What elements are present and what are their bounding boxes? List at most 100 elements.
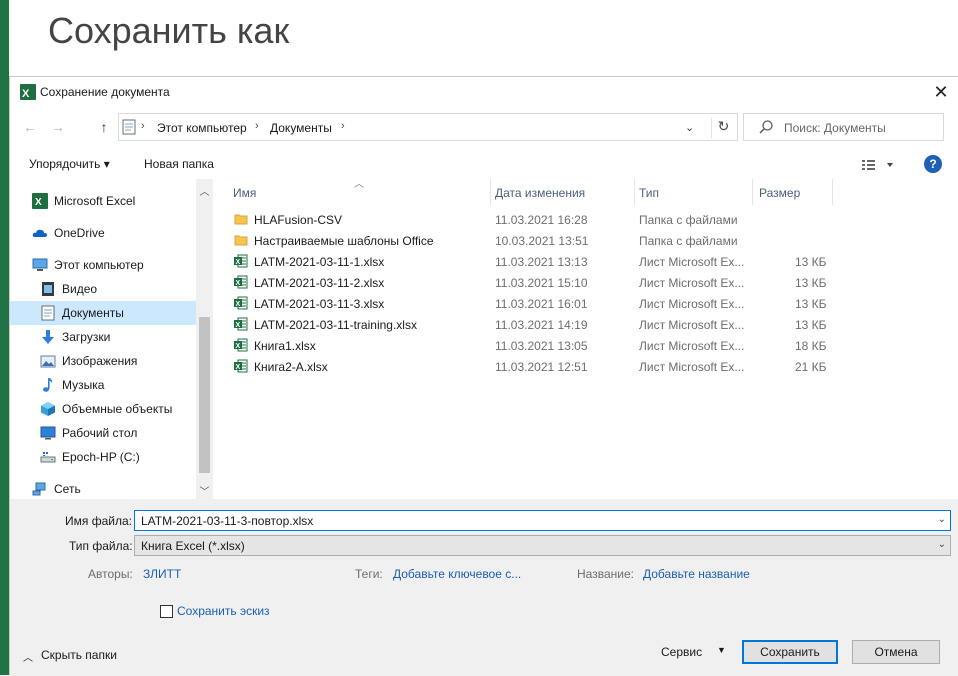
file-row[interactable]: X LATM-2021-03-11-training.xlsx 11.03.2021… [213,315,958,336]
chevron-down-icon[interactable]: ⌄ [938,514,946,525]
column-header-date[interactable]: Дата изменения [491,179,635,205]
excel-file-icon: X [234,338,248,355]
breadcrumb-documents[interactable]: Документы [270,121,332,135]
sidebar-item-this-pc[interactable]: Этот компьютер [32,253,196,277]
save-thumbnail-label[interactable]: Сохранить эскиз [177,604,270,618]
authors-field[interactable]: ЗЛИТТ [143,567,181,581]
excel-icon: X [20,84,36,103]
filename-input[interactable]: LATM-2021-03-11-3-повтор.xlsx ⌄ [134,510,951,531]
file-date: 11.03.2021 15:10 [495,276,588,290]
organize-button[interactable]: Упорядочить ▾ [29,157,110,171]
sidebar-scrollbar[interactable]: ︿ ﹀ [196,179,213,499]
file-date: 10.03.2021 13:51 [495,234,589,248]
pictures-icon [40,353,56,369]
filetype-select[interactable]: Книга Excel (*.xlsx) ⌄ [134,535,951,556]
back-button[interactable]: ← [20,117,40,137]
column-header-type[interactable]: Тип [635,179,753,205]
excel-file-icon: X [234,317,248,334]
column-header-name[interactable]: Имя ︿ [233,179,491,205]
file-list: Имя ︿ Дата изменения Тип Размер HLAFusio… [213,179,958,499]
search-input[interactable]: Поиск: Документы [743,113,944,141]
drive-icon [40,449,56,465]
forward-button[interactable]: → [48,117,68,137]
save-button[interactable]: Сохранить [742,640,838,664]
desktop-icon [40,425,56,441]
view-options-button[interactable] [860,155,900,175]
file-type: Лист Microsoft Ex... [639,255,745,269]
save-options-panel: Имя файла: LATM-2021-03-11-3-повтор.xlsx… [10,499,958,676]
sidebar-item-excel[interactable]: X Microsoft Excel [32,189,196,213]
sidebar-item-label: Музыка [62,378,105,392]
file-row[interactable]: X Книга1.xlsx 11.03.2021 13:05 Лист Microso… [213,336,958,357]
excel-file-icon: X [234,254,248,271]
file-row[interactable]: X Книга2-A.xlsx 11.03.2021 12:51 Лист Micro… [213,357,958,378]
caret-down-icon: ▼ [717,645,726,655]
chevron-down-icon[interactable]: ⌄ [685,121,694,134]
save-thumbnail-checkbox[interactable] [160,605,173,618]
sidebar-item-downloads[interactable]: Загрузки [40,325,196,349]
sidebar-item-pictures[interactable]: Изображения [40,349,196,373]
download-icon [40,329,56,345]
hide-folders-button[interactable]: Скрыть папки [41,648,117,662]
file-row[interactable]: X LATM-2021-03-11-2.xlsx 11.03.2021 15:10 Л… [213,273,958,294]
close-button[interactable]: ✕ [928,79,954,105]
dialog-title: Сохранение документа [40,85,170,99]
sidebar-item-drive-c[interactable]: Epoch-HP (C:) [40,445,196,469]
sidebar-item-network[interactable]: Сеть [32,477,196,501]
scrollbar-thumb[interactable] [199,317,210,473]
3d-objects-icon [40,401,56,417]
network-icon [32,481,48,497]
tags-label: Теги: [355,567,383,581]
command-bar: Упорядочить ▾ Новая папка ? [10,153,958,179]
search-placeholder: Поиск: Документы [784,121,886,135]
file-size: 13 КБ [795,255,827,269]
title-field[interactable]: Добавьте название [643,567,750,581]
new-folder-button[interactable]: Новая папка [144,157,214,171]
column-header-size[interactable]: Размер [753,179,833,205]
file-date: 11.03.2021 16:28 [495,213,588,227]
sidebar-item-onedrive[interactable]: OneDrive [32,221,196,245]
dialog-titlebar: X Сохранение документа ✕ [10,77,958,107]
address-bar[interactable]: › Этот компьютер › Документы › ⌄ ↻ [118,113,738,141]
folder-row[interactable]: HLAFusion-CSV 11.03.2021 16:28 Папка с фай… [213,210,958,231]
authors-label: Авторы: [88,567,133,581]
navigation-row: ← → ↑ › Этот компьютер › Документы › ⌄ ↻… [10,113,958,143]
file-date: 11.03.2021 16:01 [495,297,588,311]
file-row[interactable]: X LATM-2021-03-11-3.xlsx 11.03.2021 16:01 Л… [213,294,958,315]
sidebar-item-label: Документы [62,306,124,320]
scroll-up-icon[interactable]: ︿ [199,183,210,198]
sidebar-item-label: Рабочий стол [62,426,138,440]
help-button[interactable]: ? [924,155,942,173]
folder-row[interactable]: Настраиваемые шаблоны Office 10.03.2021 1… [213,231,958,252]
file-name: Настраиваемые шаблоны Office [254,234,434,248]
sort-up-icon: ︿ [354,179,364,190]
breadcrumb-this-pc[interactable]: Этот компьютер [157,121,247,135]
sidebar-item-label: Загрузки [62,330,111,344]
chevron-down-icon[interactable]: ⌄ [938,539,946,550]
svg-text:X: X [35,197,42,208]
refresh-button[interactable]: ↻ [711,118,735,138]
sidebar-item-video[interactable]: Видео [40,277,196,301]
chevron-up-icon[interactable]: ︿ [23,649,33,664]
sidebar-item-documents[interactable]: Документы [10,301,196,325]
video-icon [40,281,56,297]
filetype-label: Тип файла: [69,539,133,553]
svg-text:X: X [236,280,241,287]
service-menu-button[interactable]: Сервис ▼ [661,645,726,659]
file-name: LATM-2021-03-11-3.xlsx [254,297,385,311]
up-button[interactable]: ↑ [94,117,114,137]
cancel-button[interactable]: Отмена [852,640,940,664]
sidebar-item-desktop[interactable]: Рабочий стол [40,421,196,445]
file-row[interactable]: X LATM-2021-03-11-1.xlsx 11.03.2021 13:13 Л… [213,252,958,273]
sidebar-item-music[interactable]: Музыка [40,373,196,397]
excel-icon: X [32,193,48,209]
sidebar-item-3d-objects[interactable]: Объемные объекты [40,397,196,421]
svg-text:X: X [236,301,241,308]
scroll-down-icon[interactable]: ﹀ [199,483,210,498]
file-name: Книга1.xlsx [254,339,316,353]
file-size: 18 КБ [795,339,827,353]
svg-text:X: X [22,88,30,100]
tags-field[interactable]: Добавьте ключевое с... [393,567,521,581]
file-type: Лист Microsoft Ex... [639,318,745,332]
file-name: LATM-2021-03-11-1.xlsx [254,255,385,269]
